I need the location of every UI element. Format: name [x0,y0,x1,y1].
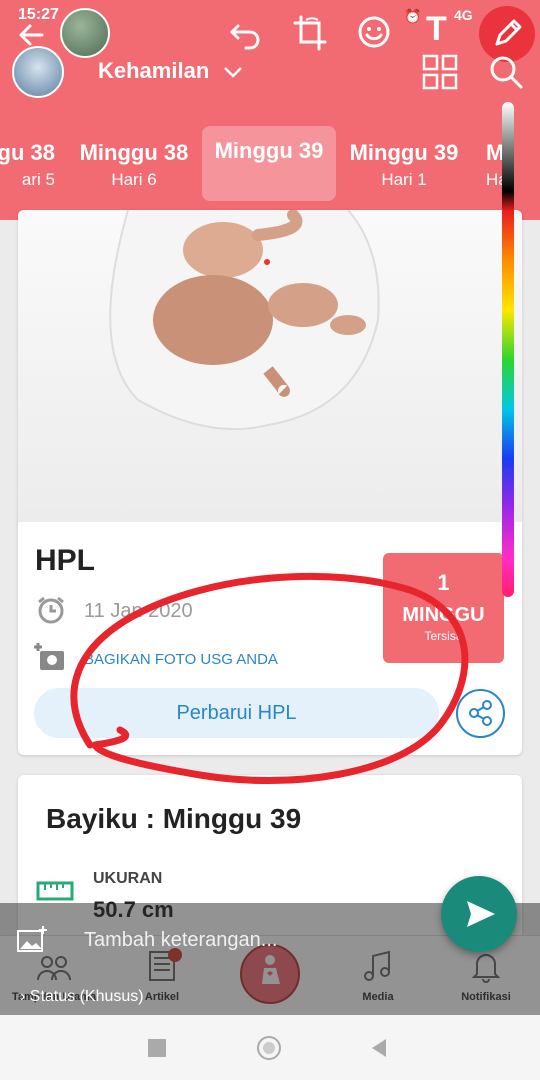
home-button[interactable] [257,1036,281,1060]
system-nav-bar [0,1015,540,1080]
recents-button[interactable] [148,1039,166,1057]
back-button[interactable] [370,1037,388,1059]
red-circle-annotation [70,572,469,785]
screen: 15:27 ⏰ 4G T Kehamilan gu 38 ari 5 Mingg… [0,0,540,1080]
